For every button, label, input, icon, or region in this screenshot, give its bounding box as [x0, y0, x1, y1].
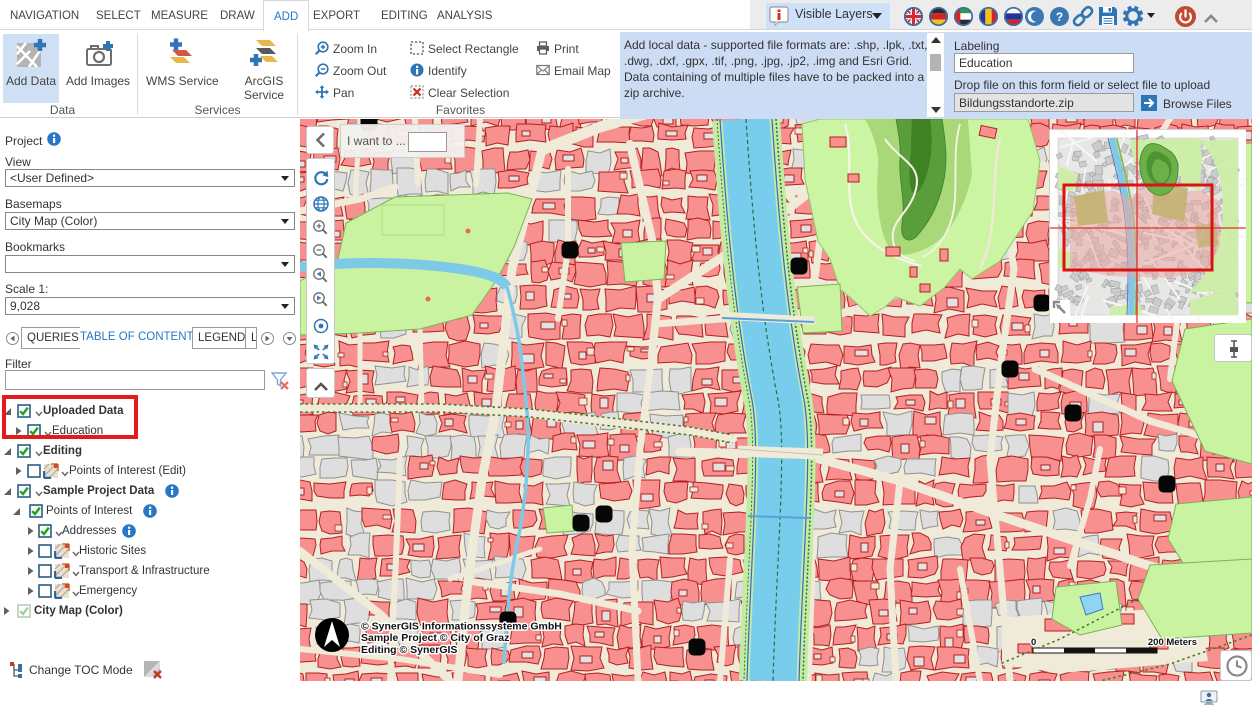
svg-text:?: ? [1056, 10, 1063, 24]
svg-text:200 Meters: 200 Meters [1148, 637, 1197, 648]
svg-text:Sample Project © City of Graz: Sample Project © City of Graz [361, 632, 509, 644]
svg-text:0: 0 [1031, 637, 1036, 648]
svg-text:Editing © SynerGIS: Editing © SynerGIS [361, 644, 457, 656]
svg-text:© SynerGIS Informationssysteme: © SynerGIS Informationssysteme GmbH [361, 621, 562, 633]
